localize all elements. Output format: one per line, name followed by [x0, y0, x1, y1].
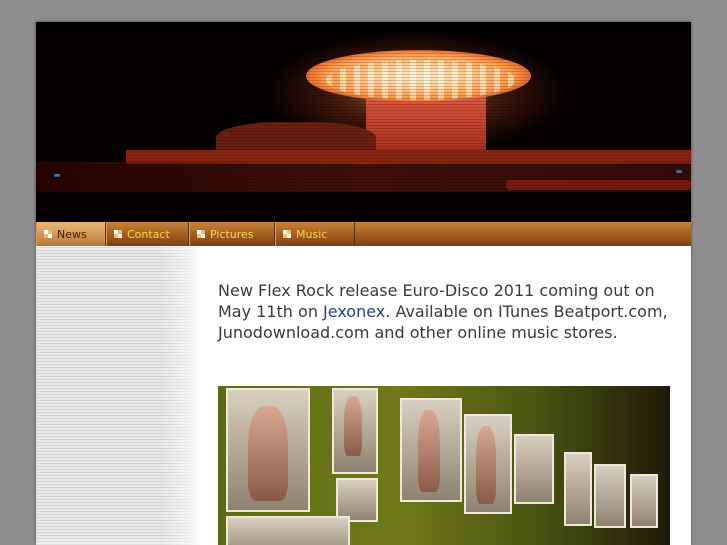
photo-figure [418, 410, 440, 492]
menu-bullet-icon [283, 230, 291, 238]
menu-bullet-icon [197, 230, 205, 238]
header-banner-image [36, 22, 691, 222]
photo-poster [630, 474, 658, 528]
sidebar [36, 246, 200, 545]
nav-item-label: Pictures [210, 227, 254, 241]
nav-item-contact[interactable]: Contact [106, 222, 189, 246]
scanline-overlay [36, 22, 691, 222]
menu-bullet-icon [114, 230, 122, 238]
photo-figure [344, 396, 362, 456]
flex-rock-photo [218, 386, 670, 545]
nav-item-label: News [57, 227, 87, 241]
nav-item-pictures[interactable]: Pictures [189, 222, 275, 246]
nav-item-news[interactable]: News [36, 222, 106, 246]
news-paragraph: New Flex Rock release Euro-Disco 2011 co… [218, 280, 673, 343]
photo-figure [248, 406, 288, 501]
photo-poster [226, 516, 350, 545]
nav-item-label: Contact [127, 227, 170, 241]
menu-bullet-icon [44, 230, 52, 238]
nav-item-music[interactable]: Music [275, 222, 355, 246]
photo-figure [476, 426, 496, 504]
jexonex-link[interactable]: Jexonex [323, 302, 385, 321]
main-navigation: News Contact Pictures Music [36, 222, 691, 246]
photo-poster [514, 434, 554, 504]
page-container: News Contact Pictures Music New Flex Roc… [36, 22, 691, 545]
photo-poster [564, 452, 592, 526]
nav-item-label: Music [296, 227, 328, 241]
photo-poster [594, 464, 626, 528]
